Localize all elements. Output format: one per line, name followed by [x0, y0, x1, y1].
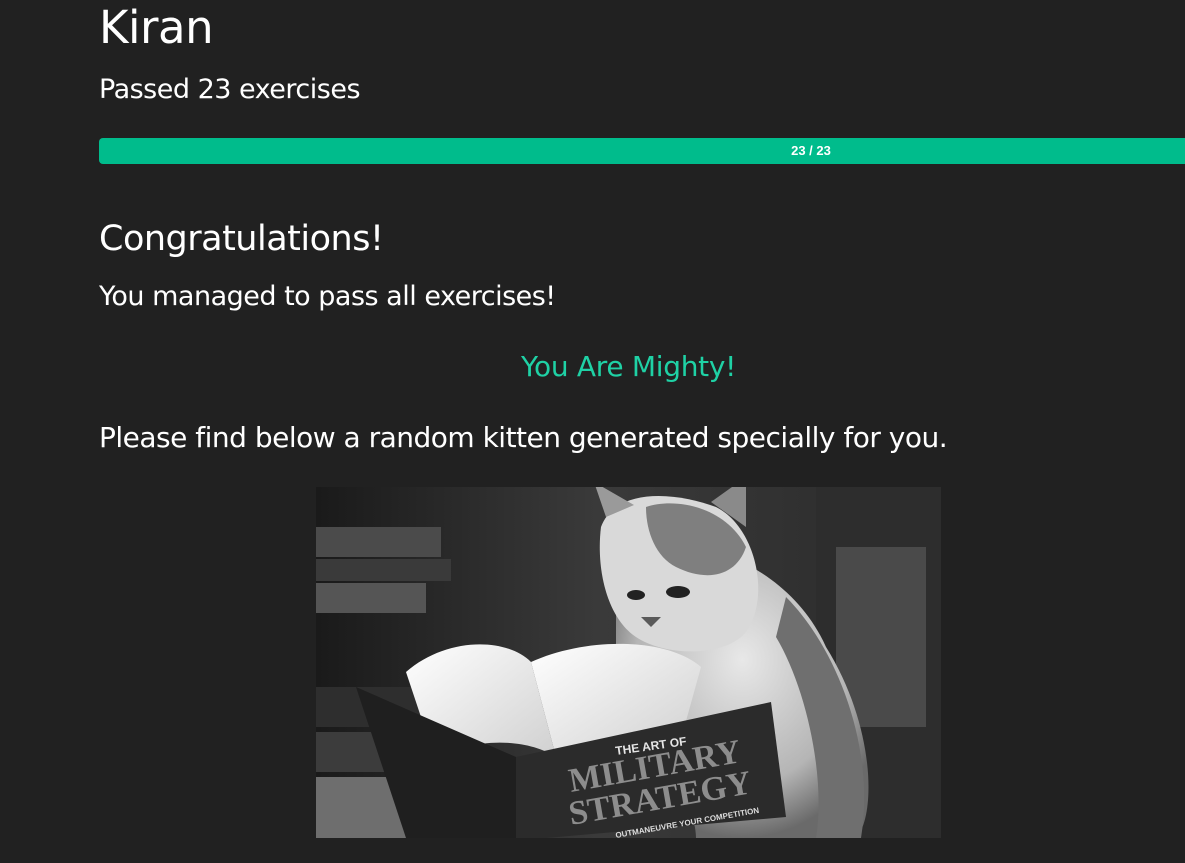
user-name: Kiran: [99, 1, 214, 54]
passed-exercises-count: Passed 23 exercises: [99, 74, 361, 105]
progress-bar-label: 23 / 23: [791, 143, 831, 158]
praise-text: You Are Mighty!: [520, 350, 737, 383]
congratulations-title: Congratulations!: [99, 219, 384, 259]
congratulations-message: You managed to pass all exercises!: [99, 281, 556, 312]
kitten-intro-text: Please find below a random kitten genera…: [99, 421, 948, 454]
progress-bar: 23 / 23: [99, 138, 1185, 164]
results-page: Kiran Passed 23 exercises 23 / 23 Congra…: [0, 0, 1185, 863]
kitten-image: THE ART OF MILITARY STRATEGY OUTMANEUVRE…: [316, 487, 941, 838]
